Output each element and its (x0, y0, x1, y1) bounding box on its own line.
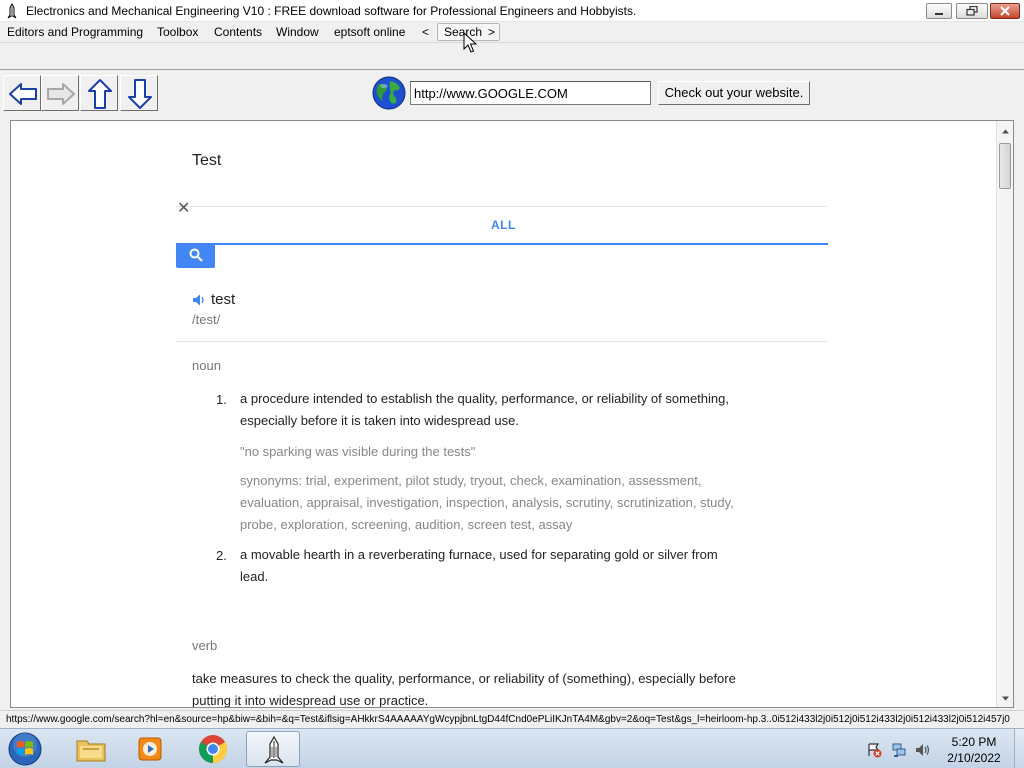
scroll-thumb[interactable] (999, 143, 1011, 189)
close-button[interactable] (990, 3, 1020, 19)
arrow-down-icon (128, 79, 152, 109)
definition-line: putting it into widespread use or practi… (192, 693, 429, 707)
menu-toolbox[interactable]: Toolbox (157, 25, 198, 39)
definition-text: a movable hearth in a reverberating furn… (240, 544, 800, 588)
down-button[interactable] (120, 75, 158, 111)
scroll-down-icon[interactable] (1001, 694, 1010, 703)
word-headword: test (211, 291, 236, 308)
divider (176, 341, 828, 342)
show-desktop-button[interactable] (1014, 729, 1024, 768)
minimize-button[interactable] (926, 3, 952, 19)
search-query: Test (192, 152, 222, 169)
definition-example: "no sparking was visible during the test… (240, 444, 476, 459)
rocket-icon (264, 735, 284, 764)
back-button[interactable] (3, 75, 41, 111)
minimize-icon (935, 13, 943, 15)
close-icon[interactable]: ✕ (177, 201, 190, 217)
rocket-icon (7, 3, 17, 19)
menu-contents[interactable]: Contents (214, 25, 262, 39)
part-of-speech-verb: verb (192, 638, 218, 653)
search-button[interactable] (176, 245, 215, 268)
taskbar-eptsoft[interactable] (246, 731, 300, 767)
restore-button[interactable] (956, 3, 988, 19)
title-bar: Electronics and Mechanical Engineering V… (0, 0, 1024, 22)
toolbar-strip (0, 42, 1024, 70)
mouse-cursor-icon (463, 32, 477, 53)
start-button[interactable] (6, 731, 44, 767)
definition-line: lead. (240, 569, 269, 584)
synonyms-line: synonyms: trial, experiment, pilot study… (240, 473, 702, 488)
volume-icon[interactable] (915, 742, 931, 758)
navigation-toolbar: Check out your website. (0, 71, 1024, 115)
divider (176, 206, 828, 207)
search-icon (189, 248, 203, 262)
tab-all[interactable]: ALL (491, 218, 516, 232)
part-of-speech-noun: noun (192, 358, 221, 373)
forward-button[interactable] (41, 75, 79, 111)
definition-number: 2. (216, 548, 227, 563)
status-url: https://www.google.com/search?hl=en&sour… (6, 714, 1010, 725)
synonyms-line: probe, exploration, screening, audition,… (240, 517, 573, 532)
arrow-up-icon (88, 79, 112, 109)
definition-line: take measures to check the quality, perf… (192, 671, 736, 686)
network-icon[interactable] (891, 742, 907, 758)
chrome-icon (199, 735, 227, 763)
folder-icon (76, 740, 106, 762)
media-player-icon (138, 737, 162, 761)
definition-line: a procedure intended to establish the qu… (240, 391, 729, 406)
check-website-button[interactable]: Check out your website. (658, 81, 810, 105)
restore-icon (966, 6, 978, 16)
web-view: Test ✕ ALL test /test/ noun 1. a procedu… (10, 120, 1014, 708)
definition-number: 1. (216, 392, 227, 407)
status-bar: https://www.google.com/search?hl=en&sour… (0, 710, 1024, 728)
menu-bar: Editors and Programming Toolbox Contents… (0, 22, 1024, 42)
scroll-up-icon[interactable] (1001, 127, 1010, 136)
synonyms-list: synonyms: trial, experiment, pilot study… (240, 470, 800, 536)
arrow-right-icon (47, 83, 75, 105)
clock-date[interactable]: 2/10/2022 (938, 751, 1010, 765)
synonyms-line: evaluation, appraisal, investigation, in… (240, 495, 734, 510)
globe-icon[interactable] (372, 76, 406, 110)
taskbar-chrome[interactable] (186, 731, 240, 767)
definition-line: a movable hearth in a reverberating furn… (240, 547, 718, 562)
up-button[interactable] (80, 75, 118, 111)
word-phonetic: /test/ (192, 312, 221, 327)
url-input[interactable] (410, 81, 651, 105)
app-window: Electronics and Mechanical Engineering V… (0, 0, 1024, 768)
vertical-scrollbar[interactable] (996, 121, 1013, 707)
arrow-left-icon (9, 83, 37, 105)
menu-scroll-right[interactable]: > (488, 25, 495, 39)
verb-definition: take measures to check the quality, perf… (192, 668, 812, 707)
window-title: Electronics and Mechanical Engineering V… (26, 4, 637, 18)
taskbar: 5:20 PM 2/10/2022 (0, 728, 1024, 768)
definition-line: especially before it is taken into wides… (240, 413, 519, 428)
taskbar-explorer[interactable] (64, 731, 118, 767)
definition-text: a procedure intended to establish the qu… (240, 388, 800, 432)
search-results-page: Test ✕ ALL test /test/ noun 1. a procedu… (11, 121, 996, 707)
tab-all-underline (176, 243, 828, 245)
action-center-icon[interactable] (866, 742, 882, 758)
menu-eptsoft-online[interactable]: eptsoft online (334, 25, 405, 39)
menu-scroll-left[interactable]: < (422, 25, 429, 39)
taskbar-media-player[interactable] (124, 731, 178, 767)
menu-window[interactable]: Window (276, 25, 319, 39)
clock-time[interactable]: 5:20 PM (938, 735, 1010, 749)
speaker-icon[interactable] (192, 293, 206, 307)
menu-editors-and-programming[interactable]: Editors and Programming (7, 25, 143, 39)
close-icon (1000, 6, 1010, 16)
